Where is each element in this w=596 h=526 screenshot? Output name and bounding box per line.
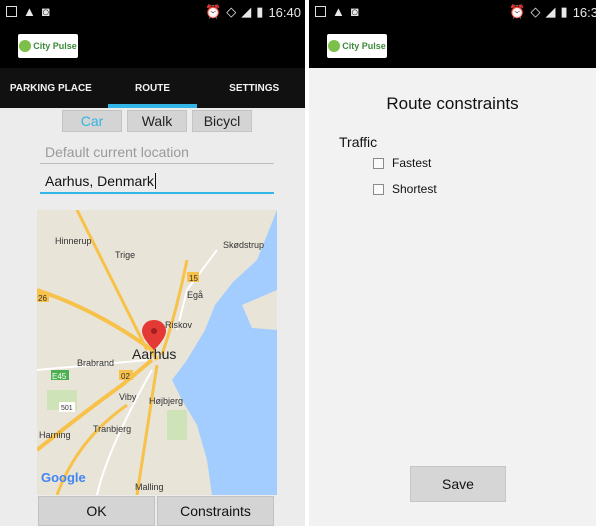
google-logo: Google [41, 470, 86, 485]
signal-icon: ◢ [545, 4, 556, 19]
app-logo-text: City Pulse [33, 41, 77, 51]
status-bar: ▲ ◙ ⏰ ◇ ◢ ▮ 16:3 [309, 0, 596, 24]
shortest-label: Shortest [392, 182, 437, 196]
save-button[interactable]: Save [410, 466, 506, 502]
map-pin-center [151, 328, 157, 334]
warning-icon: ▲ [23, 4, 36, 19]
wifi-icon: ◇ [530, 4, 541, 19]
text-caret [154, 173, 156, 189]
road-label-15: 15 [189, 274, 198, 283]
app-logo: City Pulse [18, 34, 78, 58]
battery-icon: ▮ [256, 4, 264, 19]
alarm-icon: ⏰ [509, 4, 526, 19]
constraints-button[interactable]: Constraints [157, 496, 274, 526]
map-park [167, 410, 187, 440]
destination-input[interactable]: Aarhus, Denmark [40, 170, 274, 194]
place-label: Brabrand [77, 358, 114, 368]
place-label: Højbjerg [149, 396, 183, 406]
place-label: Hinnerup [55, 236, 92, 246]
shortest-checkbox[interactable] [373, 183, 384, 195]
route-screen: ▲ ◙ ⏰ ◇ ◢ ▮ 16:40 City Pulse PARKING PLA… [0, 0, 305, 526]
mode-car-button[interactable]: Car [62, 110, 122, 132]
app-logo-text: City Pulse [342, 41, 386, 51]
road-label-02: 02 [121, 372, 130, 381]
road-label-e45: E45 [52, 372, 67, 381]
place-label: Harning [39, 430, 71, 440]
place-label: Egå [187, 290, 203, 300]
traffic-section-label: Traffic [339, 134, 378, 150]
page-title: Route constraints [386, 94, 519, 113]
place-label: Riskov [165, 320, 193, 330]
wifi-icon: ◇ [226, 4, 237, 19]
fastest-label: Fastest [392, 156, 432, 170]
logo-circle-icon [328, 40, 341, 52]
action-bar: City Pulse [309, 24, 596, 68]
place-label: Trige [115, 250, 135, 260]
app-logo: City Pulse [327, 34, 387, 58]
map-view[interactable]: 15 26 E45 02 501 Hinnerup Trige Skødstru… [37, 210, 277, 495]
status-bar: ▲ ◙ ⏰ ◇ ◢ ▮ 16:40 [0, 0, 305, 24]
tab-route[interactable]: ROUTE [102, 68, 204, 108]
place-label: Viby [119, 392, 137, 402]
road-label-501: 501 [61, 405, 73, 412]
option-shortest[interactable]: Shortest [373, 182, 437, 196]
destination-value: Aarhus, Denmark [45, 173, 154, 189]
logo-circle-icon [19, 40, 32, 52]
tab-settings[interactable]: SETTINGS [203, 68, 305, 108]
place-label: Tranbjerg [93, 424, 131, 434]
screenshot-icon [315, 6, 326, 17]
option-fastest[interactable]: Fastest [373, 156, 431, 170]
mode-bicycle-button[interactable]: Bicycl [192, 110, 252, 132]
map-canvas: 15 26 E45 02 501 Hinnerup Trige Skødstru… [37, 210, 277, 495]
screenshot-icon [6, 6, 17, 17]
ok-button[interactable]: OK [38, 496, 155, 526]
image-icon: ◙ [41, 4, 50, 19]
image-icon: ◙ [350, 4, 359, 19]
mode-walk-button[interactable]: Walk [127, 110, 187, 132]
status-time: 16:40 [268, 4, 301, 20]
place-label: Skødstrup [223, 240, 264, 250]
constraints-screen: ▲ ◙ ⏰ ◇ ◢ ▮ 16:3 City Pulse Route constr… [309, 0, 596, 526]
action-bar: City Pulse [0, 24, 305, 68]
tab-bar: PARKING PLACE ROUTE SETTINGS [0, 68, 305, 108]
place-label: Malling [135, 482, 164, 492]
status-time: 16:3 [572, 4, 596, 20]
road-label-26: 26 [38, 294, 47, 303]
start-location-input[interactable]: Default current location [40, 140, 274, 164]
tab-parking-place[interactable]: PARKING PLACE [0, 68, 102, 108]
fastest-checkbox[interactable] [373, 157, 384, 169]
battery-icon: ▮ [560, 4, 568, 19]
alarm-icon: ⏰ [205, 4, 222, 19]
warning-icon: ▲ [332, 4, 345, 19]
signal-icon: ◢ [241, 4, 252, 19]
